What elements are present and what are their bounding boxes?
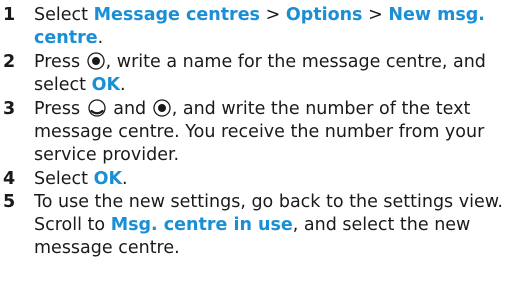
step-number: 5	[3, 192, 16, 212]
period: .	[120, 75, 126, 95]
period: .	[122, 169, 128, 189]
setting-msg-centre-in-use: Msg. centre in use	[110, 215, 293, 235]
select-word: Select	[34, 5, 88, 25]
softkey-ok: OK	[93, 169, 123, 189]
separator: >	[368, 5, 383, 25]
scroll-down-key-icon	[87, 99, 107, 117]
step-text: Press , write a name for the message cen…	[34, 51, 512, 97]
press-word: Press	[34, 52, 81, 72]
separator: >	[265, 5, 281, 25]
period: .	[97, 28, 104, 48]
select-key-icon	[153, 99, 171, 117]
softkey-ok: OK	[91, 75, 121, 95]
and-word: and	[113, 99, 147, 119]
select-word: Select	[34, 169, 88, 189]
step-number: 1	[3, 5, 16, 25]
steps-list: 1 Select Message centres > Options > New…	[0, 0, 513, 294]
menu-item-options: Options	[285, 5, 363, 25]
step-text: Press and , and write the number of the …	[34, 98, 512, 167]
step-text: To use the new settings, go back to the …	[34, 191, 512, 260]
menu-item-message-centres: Message centres	[93, 5, 260, 25]
step-number: 2	[3, 52, 16, 72]
press-word: Press	[34, 99, 81, 119]
select-key-icon	[86, 52, 105, 70]
step-number: 3	[3, 99, 16, 119]
step-text: Select OK.	[34, 168, 512, 191]
step-number: 4	[3, 169, 16, 189]
step-text: Select Message centres > Options > New m…	[34, 4, 512, 50]
